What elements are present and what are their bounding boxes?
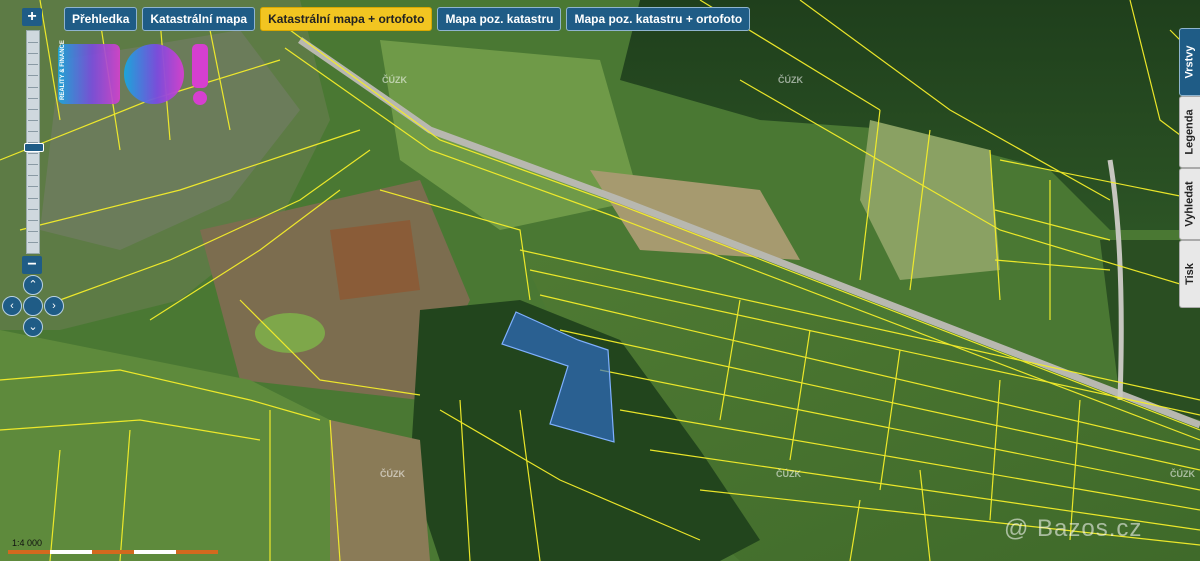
- zoom-tick: [28, 53, 38, 55]
- zoom-tick: [28, 164, 38, 166]
- logo-tagline: REALITY & FINANCE: [60, 40, 66, 100]
- zoom-slider-handle[interactable]: [24, 142, 44, 152]
- cuzk-label: ČÚZK: [776, 469, 801, 479]
- side-tab-label: Tisk: [1184, 263, 1196, 285]
- zoom-tick: [28, 186, 38, 188]
- tab-mapa-poz-katastru-ortofoto[interactable]: Mapa poz. katastru + ortofoto: [566, 7, 751, 31]
- zoom-tick: [28, 42, 38, 44]
- zoom-tick: [28, 75, 38, 77]
- zoom-tick: [28, 130, 38, 132]
- zoom-in-button[interactable]: +: [22, 8, 42, 26]
- zoom-tick: [28, 97, 38, 99]
- zoom-tick: [28, 230, 38, 232]
- zoom-tick: [28, 108, 38, 110]
- side-tab-vyhledat[interactable]: Vyhledat: [1179, 168, 1200, 240]
- pan-left-icon[interactable]: ‹: [2, 296, 22, 316]
- pan-right-icon[interactable]: ›: [44, 296, 64, 316]
- map-type-tabs: Přehledka Katastrální mapa Katastrální m…: [64, 7, 751, 31]
- cuzk-label: ČÚZK: [380, 469, 405, 479]
- bazos-watermark: @ Bazos.cz: [1004, 515, 1143, 542]
- cuzk-label: ČÚZK: [1170, 469, 1195, 479]
- zoom-out-button[interactable]: −: [22, 256, 42, 274]
- tab-mapa-poz-katastru[interactable]: Mapa poz. katastru: [437, 7, 562, 31]
- zoom-tick: [28, 197, 38, 199]
- side-tab-label: Vrstvy: [1184, 45, 1196, 79]
- pan-control: ⌃ ‹ › ⌄: [2, 275, 64, 337]
- side-tab-label: Vyhledat: [1184, 181, 1197, 227]
- zoom-slider[interactable]: [24, 30, 44, 254]
- zoom-tick: [28, 64, 38, 66]
- cuzk-label: ČÚZK: [778, 75, 803, 85]
- zoom-tick: [28, 175, 38, 177]
- side-tab-tisk[interactable]: Tisk: [1179, 240, 1200, 308]
- pan-up-icon[interactable]: ⌃: [23, 275, 43, 295]
- zoom-tick: [28, 153, 38, 155]
- scale-label: 1:4 000: [12, 538, 43, 548]
- zoom-tick: [28, 219, 38, 221]
- side-tab-legenda[interactable]: Legenda: [1179, 96, 1200, 168]
- bo-logo: REALITY & FINANCE: [58, 40, 214, 108]
- zoom-tick: [28, 86, 38, 88]
- cuzk-label: ČÚZK: [382, 75, 407, 85]
- zoom-tick: [28, 241, 38, 243]
- side-tab-vrstvy[interactable]: Vrstvy: [1179, 28, 1200, 96]
- tab-katastralni-mapa[interactable]: Katastrální mapa: [142, 7, 256, 31]
- tab-prehledka[interactable]: Přehledka: [64, 7, 138, 31]
- pan-down-icon[interactable]: ⌄: [23, 317, 43, 337]
- zoom-tick: [28, 119, 38, 121]
- zoom-control: + −: [22, 8, 44, 274]
- scale-bar: 1:4 000: [8, 538, 218, 554]
- zoom-tick: [28, 208, 38, 210]
- tab-katastralni-mapa-ortofoto[interactable]: Katastrální mapa + ortofoto: [260, 7, 433, 31]
- pan-center-icon[interactable]: [23, 296, 43, 316]
- side-tab-label: Legenda: [1184, 109, 1197, 155]
